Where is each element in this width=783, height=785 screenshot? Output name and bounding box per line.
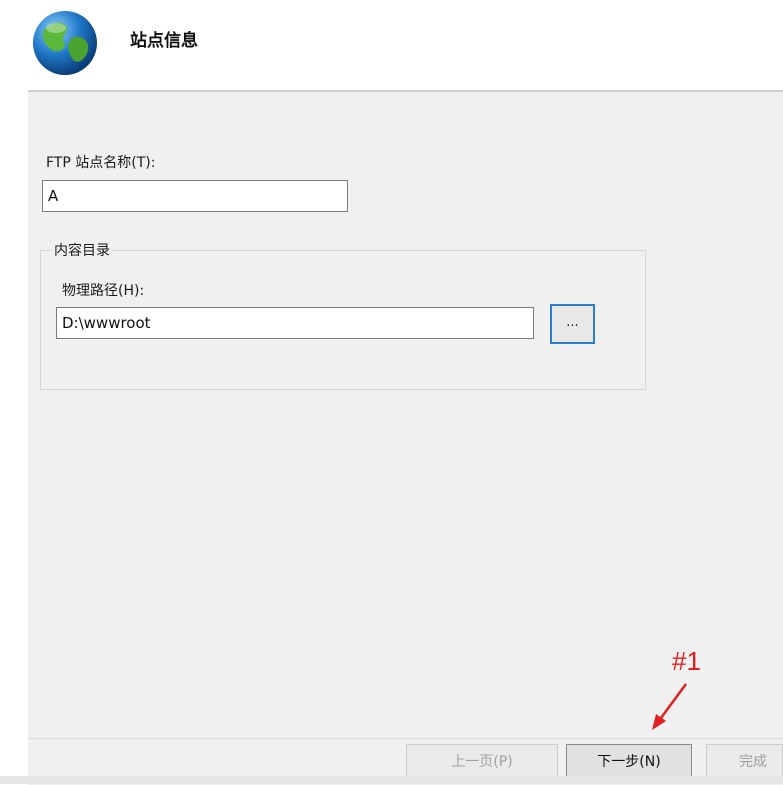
content-directory-legend: 内容目录: [52, 240, 112, 260]
site-name-label: FTP 站点名称(T):: [46, 155, 156, 171]
physical-path-input[interactable]: D:\wwwroot: [56, 307, 534, 339]
step-annotation: #1: [672, 646, 701, 676]
annotation-arrow-icon: [652, 683, 688, 730]
browse-button[interactable]: ...: [550, 304, 595, 344]
taskbar-strip: [0, 776, 783, 784]
page-title: 站点信息: [130, 31, 198, 51]
next-button[interactable]: 下一步(N): [566, 744, 692, 780]
physical-path-label: 物理路径(H):: [62, 283, 145, 299]
previous-button[interactable]: 上一页(P): [406, 744, 558, 780]
globe-icon: [33, 11, 97, 75]
wizard-header: 站点信息: [0, 0, 783, 90]
finish-button[interactable]: 完成: [706, 744, 783, 780]
site-name-input[interactable]: A: [42, 180, 348, 212]
